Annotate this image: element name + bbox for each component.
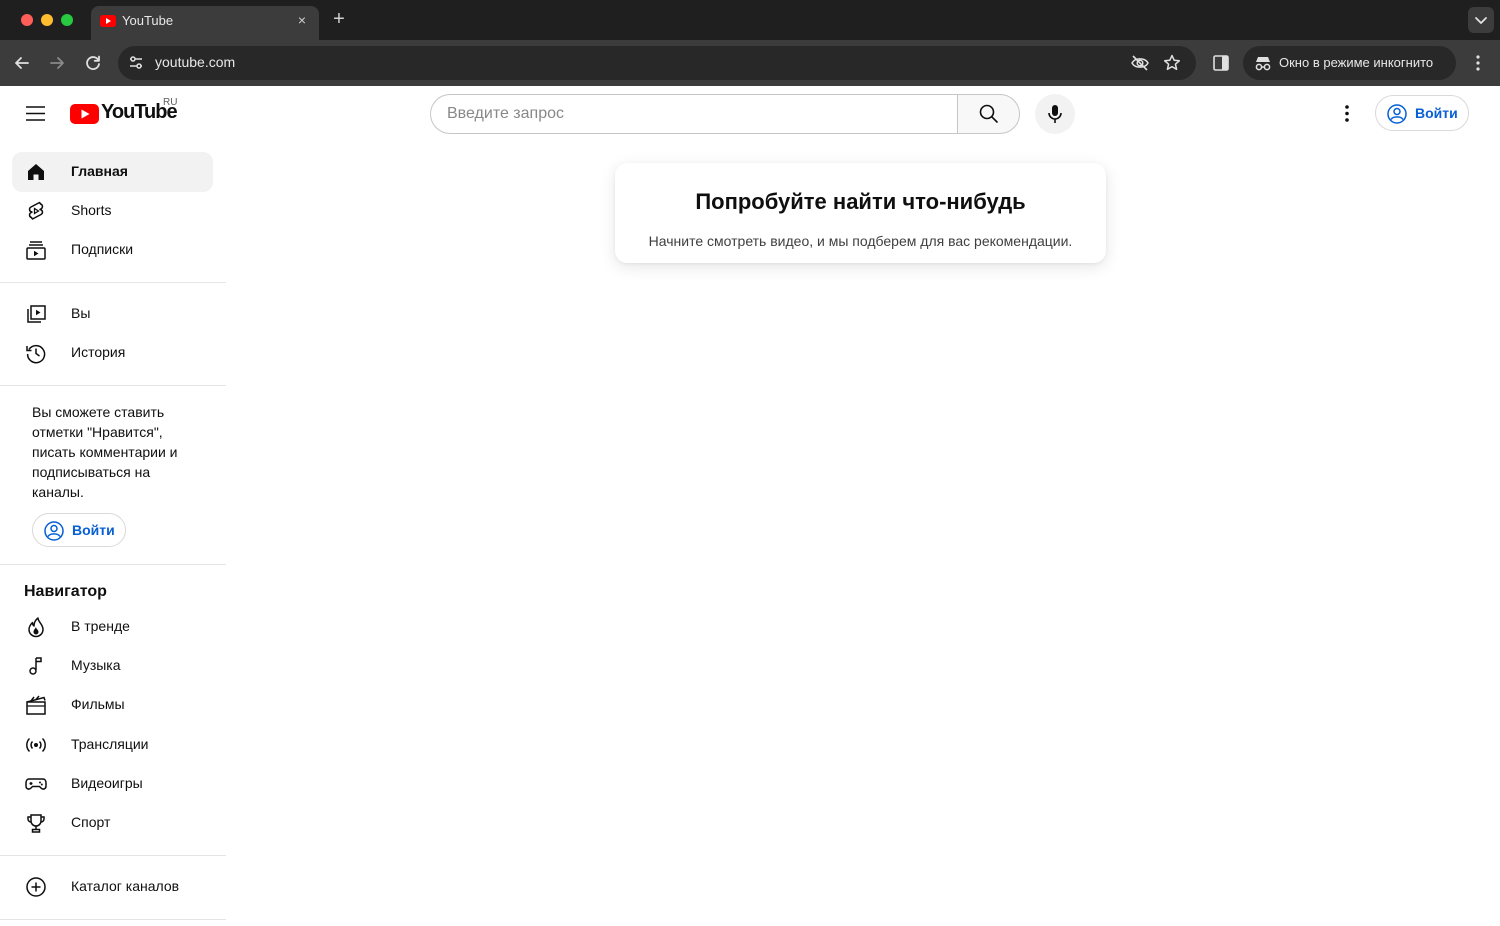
empty-feed-title: Попробуйте найти что-нибудь xyxy=(695,189,1026,214)
sidebar-item-channel-catalog[interactable]: Каталог каналов xyxy=(12,867,213,907)
sidebar-item-label: Видеоигры xyxy=(71,775,143,791)
sidebar-signin-button[interactable]: Войти xyxy=(32,513,126,547)
sidebar-item-subscriptions[interactable]: Подписки xyxy=(12,230,213,270)
empty-feed-subtitle: Начните смотреть видео, и мы подберем дл… xyxy=(648,233,1073,249)
browser-tab-strip: YouTube × + xyxy=(0,0,1500,40)
empty-feed-card: Попробуйте найти что-нибудь Начните смот… xyxy=(615,163,1106,263)
sidebar-item-movies[interactable]: Фильмы xyxy=(12,685,213,725)
reload-button[interactable] xyxy=(81,51,105,75)
sidebar-item-gaming[interactable]: Видеоигры xyxy=(12,764,213,804)
maximize-window-button[interactable] xyxy=(61,14,73,26)
incognito-label: Окно в режиме инкогнито xyxy=(1279,55,1434,70)
more-vertical-icon xyxy=(1345,105,1349,122)
side-panel-icon xyxy=(1213,55,1229,71)
chevron-down-icon xyxy=(1475,17,1487,24)
sidebar-item-label: Музыка xyxy=(71,657,121,673)
youtube-page: YouTube RU Введите запрос Войти Главная … xyxy=(0,86,1500,926)
new-tab-button[interactable]: + xyxy=(328,8,350,30)
you-icon xyxy=(27,305,46,323)
sidebar-item-label: Главная xyxy=(71,163,128,179)
sidebar-item-you[interactable]: Вы xyxy=(12,294,213,334)
account-circle-icon xyxy=(44,521,64,541)
bookmark-star-icon[interactable] xyxy=(1162,53,1182,73)
arrow-right-icon xyxy=(50,57,64,69)
region-code: RU xyxy=(163,97,178,108)
incognito-icon xyxy=(1255,57,1271,71)
sidebar-item-trending[interactable]: В тренде xyxy=(12,607,213,647)
sidebar-item-sports[interactable]: Спорт xyxy=(12,803,213,843)
more-vertical-icon xyxy=(1476,55,1480,71)
history-icon xyxy=(26,344,46,364)
url-text: youtube.com xyxy=(155,54,236,70)
back-button[interactable] xyxy=(10,51,34,75)
search-input[interactable] xyxy=(430,94,958,134)
hamburger-menu-icon xyxy=(26,106,45,121)
sidebar-item-label: Спорт xyxy=(71,814,111,830)
close-window-button[interactable] xyxy=(21,14,33,26)
live-broadcast-icon xyxy=(26,737,46,753)
trending-icon xyxy=(28,617,44,638)
incognito-indicator[interactable]: Окно в режиме инкогнито xyxy=(1243,46,1456,80)
signin-prompt-text: Вы сможете ставить отметки "Нравится", п… xyxy=(32,404,178,500)
minimize-window-button[interactable] xyxy=(41,14,53,26)
sidebar-divider xyxy=(0,855,226,856)
clapperboard-icon xyxy=(26,695,46,715)
navigator-section-title: Навигатор xyxy=(24,583,107,600)
sidebar-divider xyxy=(0,564,226,565)
browser-menu-button[interactable] xyxy=(1466,51,1490,75)
arrow-left-icon xyxy=(15,57,29,69)
microphone-icon xyxy=(1048,105,1062,123)
reload-icon xyxy=(86,55,100,70)
youtube-play-logo-icon xyxy=(70,104,99,124)
eye-off-icon[interactable] xyxy=(1130,53,1150,73)
youtube-favicon-icon xyxy=(100,15,116,27)
gamepad-icon xyxy=(25,778,47,790)
sidebar-item-label: Каталог каналов xyxy=(71,878,180,894)
sidebar-item-music[interactable]: Музыка xyxy=(12,646,213,686)
sidebar-item-label: Трансляции xyxy=(71,736,149,752)
forward-button[interactable] xyxy=(45,51,69,75)
browser-toolbar: youtube.com Окно в режиме инкогнито xyxy=(0,40,1500,86)
sidebar-item-label: В тренде xyxy=(71,618,130,634)
browser-tab-youtube[interactable]: YouTube × xyxy=(91,6,319,40)
tab-search-button[interactable] xyxy=(1468,7,1494,33)
sidebar-item-home[interactable]: Главная xyxy=(12,152,213,192)
voice-search-button[interactable] xyxy=(1035,94,1075,134)
search-button[interactable] xyxy=(957,94,1020,134)
trophy-icon xyxy=(27,814,45,833)
shorts-icon xyxy=(28,201,44,220)
sidebar-item-history[interactable]: История xyxy=(12,333,213,373)
sidebar-item-label: Вы xyxy=(71,305,91,321)
signin-button[interactable]: Войти xyxy=(1375,95,1469,131)
tab-title: YouTube xyxy=(122,13,174,28)
masthead: YouTube RU Введите запрос Войти xyxy=(0,86,1500,142)
signin-label: Войти xyxy=(72,522,115,538)
search-icon xyxy=(979,104,998,123)
sidebar-item-live[interactable]: Трансляции xyxy=(12,725,213,765)
add-circle-icon xyxy=(26,877,46,897)
sidebar-divider xyxy=(0,282,226,283)
tab-close-button[interactable]: × xyxy=(293,11,311,29)
address-bar[interactable]: youtube.com xyxy=(118,46,1196,80)
music-note-icon xyxy=(29,657,42,675)
guide-menu-button[interactable] xyxy=(16,94,56,134)
signin-label: Войти xyxy=(1415,105,1458,121)
side-panel-button[interactable] xyxy=(1209,51,1233,75)
sidebar-item-label: Shorts xyxy=(71,202,112,218)
guide-sidebar: Главная Shorts Подписки Вы История Вы см… xyxy=(0,142,240,926)
site-settings-icon[interactable] xyxy=(127,54,145,72)
settings-menu-button[interactable] xyxy=(1327,94,1367,134)
sidebar-item-label: Фильмы xyxy=(71,696,125,712)
sidebar-divider xyxy=(0,919,226,920)
account-circle-icon xyxy=(1387,104,1407,124)
sidebar-item-shorts[interactable]: Shorts xyxy=(12,191,213,231)
sidebar-item-label: Подписки xyxy=(71,241,134,257)
home-icon xyxy=(28,164,44,180)
sidebar-divider xyxy=(0,385,226,386)
sidebar-item-label: История xyxy=(71,344,126,360)
subscriptions-icon xyxy=(26,241,46,260)
